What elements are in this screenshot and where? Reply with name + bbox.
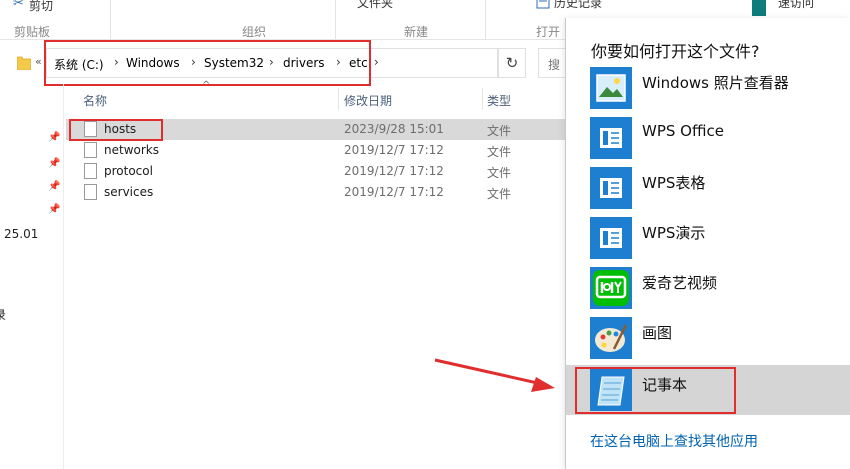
file-row-protocol[interactable]: protocol 2019/12/7 17:12 文件 bbox=[66, 161, 566, 182]
file-type: 文件 bbox=[487, 124, 512, 138]
column-header-type[interactable]: 类型 bbox=[487, 92, 511, 109]
folder-icon bbox=[17, 56, 31, 70]
file-row-hosts[interactable]: hosts 2023/9/28 15:01 文件 bbox=[66, 119, 566, 140]
file-name: networks bbox=[104, 143, 159, 157]
app-label: 爱奇艺视频 bbox=[642, 274, 718, 292]
notepad-icon bbox=[590, 369, 632, 411]
refresh-icon[interactable]: ↻ bbox=[498, 48, 526, 78]
history-icon[interactable] bbox=[536, 0, 550, 9]
file-modified: 2023/9/28 15:01 bbox=[344, 122, 444, 136]
column-header-modified[interactable]: 修改日期 bbox=[344, 92, 392, 109]
pin-icon[interactable]: 📌 bbox=[48, 204, 60, 215]
file-modified: 2019/12/7 17:12 bbox=[344, 164, 444, 178]
overflow-chevron-icon[interactable]: « bbox=[35, 55, 42, 68]
quick-access-button[interactable]: 速访问 bbox=[778, 0, 814, 11]
column-divider[interactable] bbox=[482, 88, 483, 110]
app-tile-icon bbox=[752, 0, 766, 16]
open-group-label: 打开 bbox=[536, 25, 561, 39]
chevron-right-icon[interactable]: › bbox=[114, 55, 119, 69]
dialog-title: 你要如何打开这个文件? bbox=[591, 42, 760, 61]
wps-icon bbox=[590, 167, 632, 209]
ribbon-divider bbox=[335, 0, 336, 39]
file-name: services bbox=[104, 185, 154, 199]
clipboard-group-label: 剪贴板 bbox=[14, 25, 51, 39]
pin-icon[interactable]: 📌 bbox=[48, 181, 60, 192]
breadcrumb-item-etc[interactable]: etc bbox=[349, 56, 368, 70]
new-group-label: 新建 bbox=[404, 25, 429, 39]
breadcrumb-item-drivers[interactable]: drivers bbox=[283, 56, 325, 70]
navigation-pane: 📌 📌 📌 📌 25.01 录 bbox=[0, 84, 64, 469]
file-name: hosts bbox=[104, 122, 137, 136]
file-name: protocol bbox=[104, 164, 153, 178]
app-label: WPS表格 bbox=[642, 174, 706, 192]
chevron-right-icon[interactable]: › bbox=[191, 55, 196, 69]
breadcrumb-item-system32[interactable]: System32 bbox=[204, 56, 264, 70]
app-option-wps-spreadsheet[interactable]: WPS表格 bbox=[566, 163, 850, 213]
pin-icon[interactable]: 📌 bbox=[48, 158, 60, 169]
cut-button[interactable]: 剪切 bbox=[29, 0, 53, 14]
search-placeholder: 搜 bbox=[548, 58, 561, 72]
pin-icon[interactable]: 📌 bbox=[48, 132, 60, 143]
app-label: 记事本 bbox=[642, 376, 688, 394]
app-label: 画图 bbox=[642, 324, 673, 342]
paint-palette-icon bbox=[590, 317, 632, 359]
wps-icon bbox=[590, 217, 632, 259]
app-label: WPS Office bbox=[642, 122, 724, 140]
file-row-services[interactable]: services 2019/12/7 17:12 文件 bbox=[66, 182, 566, 203]
organize-group-label: 组织 bbox=[242, 25, 267, 39]
wps-icon bbox=[590, 117, 632, 159]
file-type: 文件 bbox=[487, 187, 512, 201]
find-more-apps-link[interactable]: 在这台电脑上查找其他应用 bbox=[590, 431, 758, 451]
iqiyi-icon bbox=[590, 267, 632, 309]
nav-item-partial[interactable]: 25.01 bbox=[4, 227, 38, 241]
chevron-right-icon[interactable]: › bbox=[336, 55, 341, 69]
app-option-wps-presentation[interactable]: WPS演示 bbox=[566, 213, 850, 263]
app-option-photo-viewer[interactable]: Windows 照片查看器 bbox=[566, 63, 850, 113]
sort-ascending-icon: ^ bbox=[202, 80, 211, 91]
chevron-right-icon[interactable]: › bbox=[269, 55, 274, 69]
app-option-wps-office[interactable]: WPS Office bbox=[566, 113, 850, 163]
breadcrumb[interactable]: 系统 (C:) › Windows › System32 › drivers ›… bbox=[46, 48, 498, 78]
file-icon bbox=[84, 163, 97, 179]
nav-item-partial[interactable]: 录 bbox=[0, 306, 6, 323]
app-label: WPS演示 bbox=[642, 224, 706, 242]
file-type: 文件 bbox=[487, 145, 512, 159]
new-folder-button[interactable]: 文件夹 bbox=[357, 0, 393, 11]
ribbon-divider bbox=[110, 0, 111, 39]
ribbon-divider bbox=[485, 0, 486, 39]
column-header-name[interactable]: 名称 bbox=[83, 92, 107, 109]
breadcrumb-item-c-drive[interactable]: 系统 (C:) bbox=[54, 56, 104, 73]
app-label: Windows 照片查看器 bbox=[642, 74, 789, 92]
breadcrumb-item-windows[interactable]: Windows bbox=[126, 56, 180, 70]
open-with-dialog: 你要如何打开这个文件? Windows 照片查看器 WPS Office WPS… bbox=[565, 18, 850, 469]
app-option-paint[interactable]: 画图 bbox=[566, 313, 850, 363]
history-button[interactable]: 历史记录 bbox=[554, 0, 602, 11]
file-type: 文件 bbox=[487, 166, 512, 180]
file-icon bbox=[84, 184, 97, 200]
scissors-icon[interactable]: ✂ bbox=[13, 0, 24, 11]
file-row-networks[interactable]: networks 2019/12/7 17:12 文件 bbox=[66, 140, 566, 161]
file-modified: 2019/12/7 17:12 bbox=[344, 143, 444, 157]
app-option-notepad[interactable]: 记事本 bbox=[566, 365, 850, 415]
file-icon bbox=[84, 121, 97, 137]
photo-viewer-icon bbox=[590, 67, 632, 109]
chevron-right-icon[interactable]: › bbox=[374, 55, 379, 69]
column-divider[interactable] bbox=[338, 88, 339, 110]
file-icon bbox=[84, 142, 97, 158]
app-option-iqiyi[interactable]: 爱奇艺视频 bbox=[566, 263, 850, 313]
file-modified: 2019/12/7 17:12 bbox=[344, 185, 444, 199]
